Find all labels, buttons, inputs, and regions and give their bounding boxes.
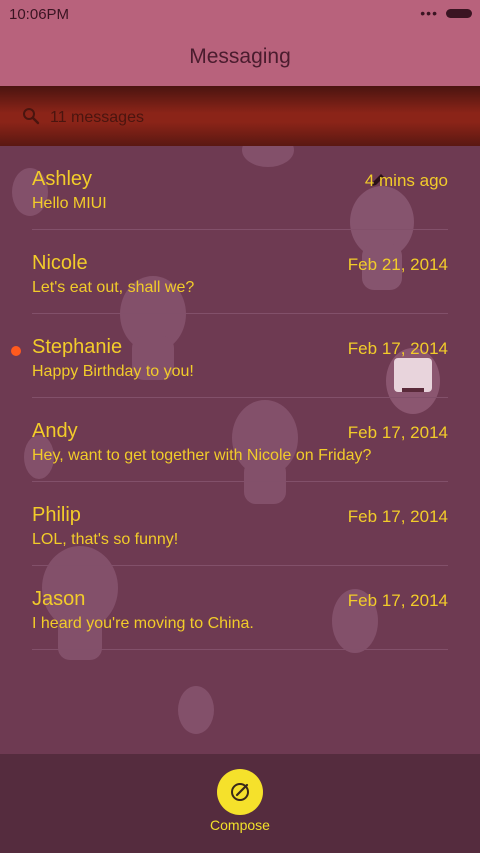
message-preview: I heard you're moving to China. bbox=[32, 615, 254, 632]
conversation-item-jason[interactable]: Jason Feb 17, 2014 I heard you're moving… bbox=[0, 566, 480, 650]
message-date: Feb 21, 2014 bbox=[347, 255, 448, 274]
conversation-list[interactable]: Ashley 4 mins ago Hello MIUI Nicole Feb … bbox=[0, 146, 480, 754]
conversation-item-nicole[interactable]: Nicole Feb 21, 2014 Let's eat out, shall… bbox=[0, 230, 480, 314]
compose-icon bbox=[231, 783, 249, 801]
divider bbox=[32, 649, 448, 650]
conversation-item-philip[interactable]: Philip Feb 17, 2014 LOL, that's so funny… bbox=[0, 482, 480, 566]
background-face-icon bbox=[178, 686, 214, 734]
message-preview: LOL, that's so funny! bbox=[32, 531, 179, 548]
conversation-item-andy[interactable]: Andy Feb 17, 2014 Hey, want to get toget… bbox=[0, 398, 480, 482]
contact-name: Ashley bbox=[32, 168, 93, 190]
contact-name: Philip bbox=[32, 504, 81, 526]
message-preview: Hello MIUI bbox=[32, 195, 107, 212]
message-date: Feb 17, 2014 bbox=[347, 591, 448, 610]
bottom-bar: Compose bbox=[0, 754, 480, 853]
contact-name: Nicole bbox=[32, 252, 88, 274]
search-bar[interactable]: 11 messages bbox=[0, 86, 480, 146]
message-date: 4 mins ago bbox=[364, 171, 448, 190]
compose-button[interactable]: Compose bbox=[209, 769, 271, 849]
conversation-item-ashley[interactable]: Ashley 4 mins ago Hello MIUI bbox=[0, 146, 480, 230]
message-preview: Hey, want to get together with Nicole on… bbox=[32, 447, 372, 464]
status-time: 10:06PM bbox=[9, 6, 70, 23]
battery-icon bbox=[446, 9, 472, 18]
status-bar: 10:06PM ••• bbox=[0, 0, 480, 28]
message-preview: Happy Birthday to you! bbox=[32, 363, 194, 380]
title-bar: Messaging bbox=[0, 28, 480, 86]
contact-name: Stephanie bbox=[32, 336, 123, 358]
compose-label: Compose bbox=[210, 817, 270, 833]
compose-circle[interactable] bbox=[217, 769, 263, 815]
conversation-item-stephanie[interactable]: Stephanie Feb 17, 2014 Happy Birthday to… bbox=[0, 314, 480, 398]
contact-name: Jason bbox=[32, 588, 86, 610]
message-date: Feb 17, 2014 bbox=[347, 507, 448, 526]
page-title: Messaging bbox=[189, 45, 291, 68]
search-icon bbox=[22, 107, 40, 130]
unread-indicator bbox=[11, 346, 21, 356]
message-preview: Let's eat out, shall we? bbox=[32, 279, 195, 296]
search-placeholder[interactable]: 11 messages bbox=[50, 109, 144, 127]
message-date: Feb 17, 2014 bbox=[347, 423, 448, 442]
more-dots-icon: ••• bbox=[420, 5, 438, 21]
contact-name: Andy bbox=[32, 420, 78, 442]
message-date: Feb 17, 2014 bbox=[347, 339, 448, 358]
